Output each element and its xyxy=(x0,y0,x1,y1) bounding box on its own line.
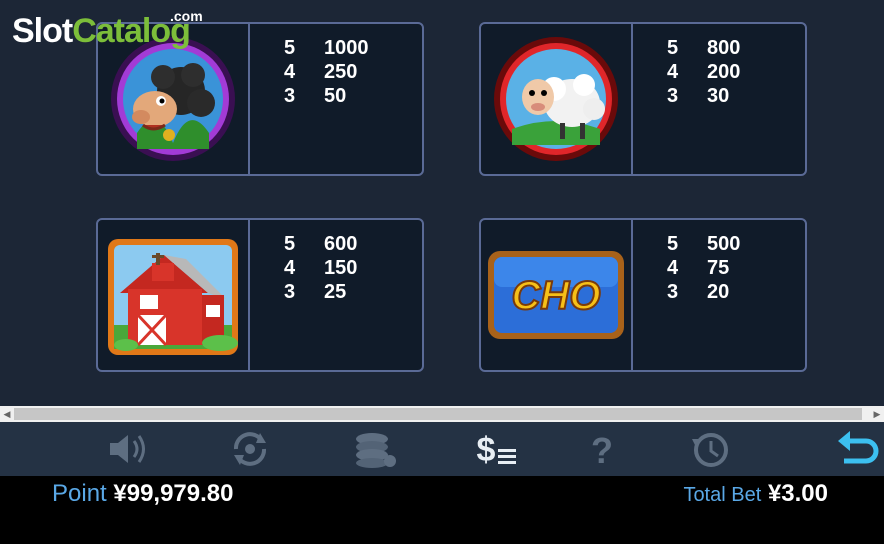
pay-row: 4 150 xyxy=(284,256,357,280)
horizontal-scrollbar[interactable]: ◀ ▶ xyxy=(0,406,884,422)
pay-amount: 600 xyxy=(324,233,358,255)
pay-count: 4 xyxy=(667,61,679,83)
cho-sign-icon: CHO xyxy=(488,251,624,339)
svg-text:$: $ xyxy=(477,431,496,469)
pay-amount: 250 xyxy=(324,61,358,83)
status-bar: Point ¥99,979.80 Total Bet ¥3.00 xyxy=(0,476,884,544)
pay-amount: 1000 xyxy=(324,37,369,59)
autoplay-icon xyxy=(234,432,266,466)
pay-row: 5 800 xyxy=(667,36,740,60)
pay-count: 3 xyxy=(284,281,296,303)
back-button[interactable] xyxy=(834,428,882,470)
logo-com-text: .com xyxy=(170,8,203,24)
pay-row: 4 250 xyxy=(284,60,369,84)
logo-slot-text: Slot xyxy=(12,12,73,50)
pay-count: 3 xyxy=(667,281,679,303)
black-sheep-icon xyxy=(111,37,235,161)
paytable-panel: 5 1000 4 250 3 50 5 800 4 200 3 30 5 600… xyxy=(0,0,884,406)
game-toolbar: $ ? xyxy=(0,422,884,476)
pay-row: 5 600 xyxy=(284,232,357,256)
scrollbar-thumb[interactable] xyxy=(14,408,862,420)
pay-amount: 500 xyxy=(707,233,741,255)
pay-count: 4 xyxy=(667,257,679,279)
pay-list: 5 800 4 200 3 30 xyxy=(667,36,740,108)
paytable-card-red-barn: 5 600 4 150 3 25 xyxy=(96,218,424,372)
total-bet-value: ¥3.00 xyxy=(767,480,828,507)
red-barn-icon xyxy=(108,239,238,355)
pay-amount: 30 xyxy=(707,85,730,107)
symbol-cell: CHO xyxy=(481,220,633,370)
sound-icon xyxy=(110,435,145,463)
pay-row: 4 75 xyxy=(667,256,740,280)
pay-count: 4 xyxy=(284,257,296,279)
pay-amount: 800 xyxy=(707,37,741,59)
symbol-cell xyxy=(481,24,633,174)
help-icon: ? xyxy=(591,430,613,469)
pay-amount: 50 xyxy=(324,85,347,107)
point-value: ¥99,979.80 xyxy=(113,480,234,507)
scroll-right-arrow-icon[interactable]: ▶ xyxy=(870,406,884,422)
white-sheep-icon xyxy=(494,37,618,161)
pay-count: 3 xyxy=(667,85,679,107)
pay-row: 3 20 xyxy=(667,280,740,304)
sound-button[interactable] xyxy=(104,428,152,470)
point-balance: Point ¥99,979.80 xyxy=(52,480,234,508)
paytable-card-cho: CHO 5 500 4 75 3 20 xyxy=(479,218,807,372)
point-label: Point xyxy=(52,480,107,507)
bet-settings-button[interactable] xyxy=(352,428,400,470)
symbol-cell xyxy=(98,220,250,370)
scroll-left-arrow-icon[interactable]: ◀ xyxy=(0,406,14,422)
pay-row: 5 1000 xyxy=(284,36,369,60)
pay-row: 3 30 xyxy=(667,84,740,108)
paytable-button[interactable]: $ xyxy=(472,428,520,470)
pay-row: 5 500 xyxy=(667,232,740,256)
total-bet-label: Total Bet xyxy=(683,484,762,506)
pay-row: 4 200 xyxy=(667,60,740,84)
pay-amount: 25 xyxy=(324,281,347,303)
pay-amount: 200 xyxy=(707,61,741,83)
pay-amount: 150 xyxy=(324,257,358,279)
pay-list: 5 500 4 75 3 20 xyxy=(667,232,740,304)
autoplay-button[interactable] xyxy=(226,428,274,470)
back-icon xyxy=(838,431,879,464)
pay-count: 3 xyxy=(284,85,296,107)
pay-list: 5 1000 4 250 3 50 xyxy=(284,36,369,108)
history-icon xyxy=(692,433,728,467)
pay-count: 5 xyxy=(667,37,679,59)
bet-chips-icon xyxy=(356,433,396,468)
pay-count: 5 xyxy=(284,37,296,59)
paytable-icon: $ xyxy=(477,431,516,469)
help-button[interactable]: ? xyxy=(578,428,626,470)
pay-amount: 75 xyxy=(707,257,730,279)
paytable-card-white-sheep: 5 800 4 200 3 30 xyxy=(479,22,807,176)
pay-count: 5 xyxy=(284,233,296,255)
pay-count: 5 xyxy=(667,233,679,255)
total-bet: Total Bet ¥3.00 xyxy=(683,480,828,508)
slotcatalog-logo: SlotCatalog .com xyxy=(12,8,203,51)
svg-text:?: ? xyxy=(591,430,613,469)
pay-row: 3 25 xyxy=(284,280,357,304)
pay-count: 4 xyxy=(284,61,296,83)
cho-sign-text: CHO xyxy=(512,274,601,318)
pay-list: 5 600 4 150 3 25 xyxy=(284,232,357,304)
pay-amount: 20 xyxy=(707,281,730,303)
history-button[interactable] xyxy=(686,428,734,470)
pay-row: 3 50 xyxy=(284,84,369,108)
